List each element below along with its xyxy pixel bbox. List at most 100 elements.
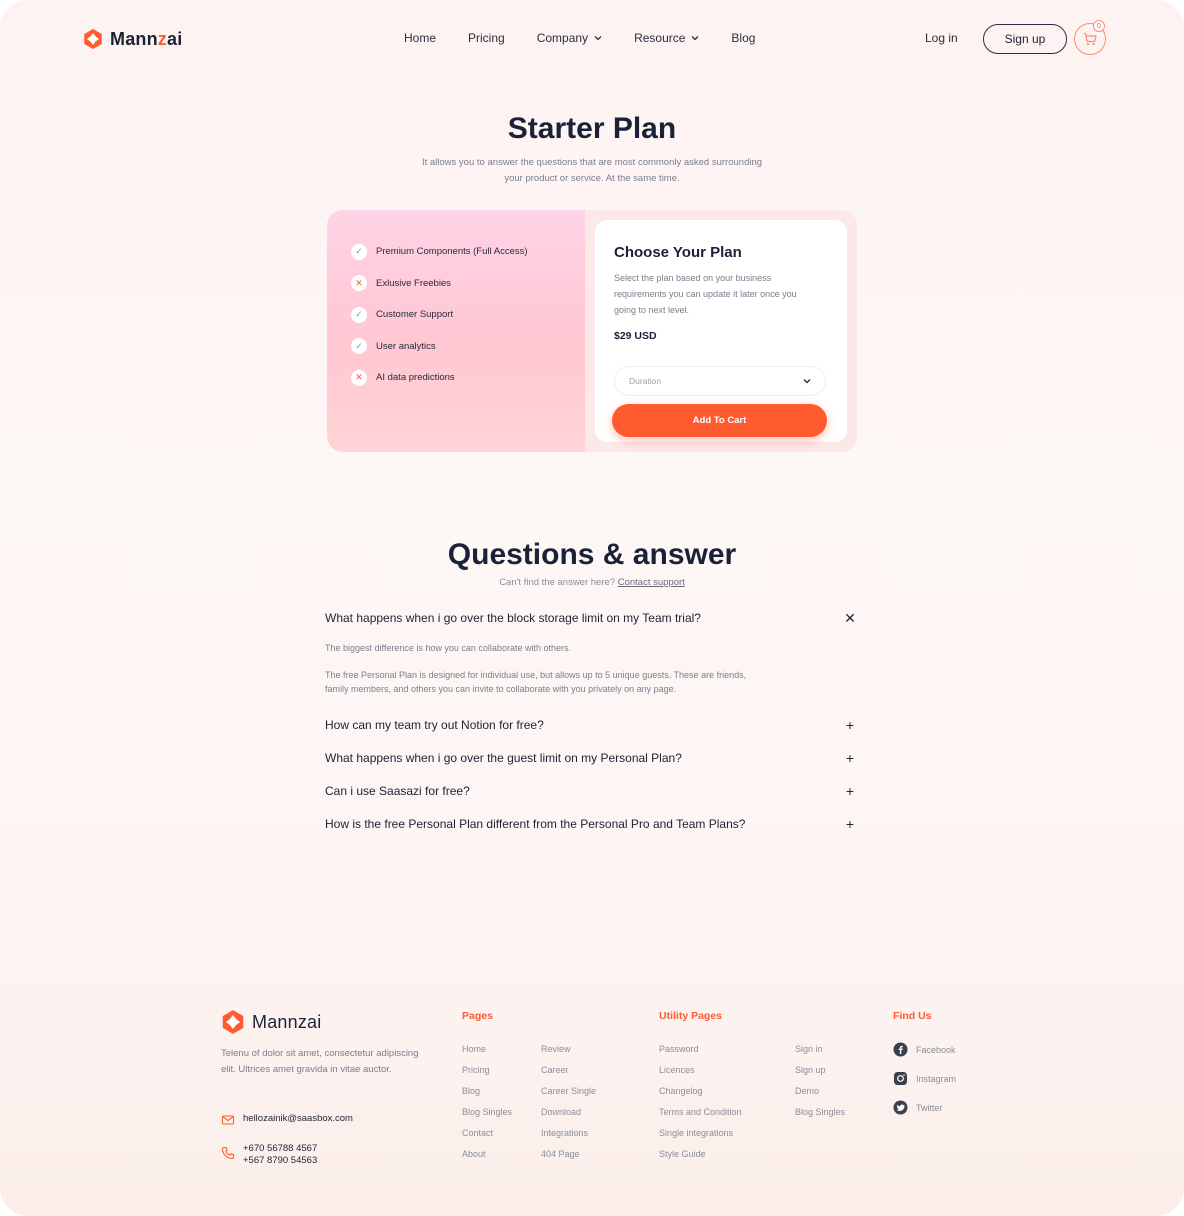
feature-item: ✓ Customer Support [351, 299, 528, 331]
social-twitter[interactable]: Twitter [893, 1100, 943, 1115]
feature-item: ✓ User analytics [351, 331, 528, 363]
duration-placeholder: Duration [629, 376, 662, 386]
feature-item: ✕ Exlusive Freebies [351, 268, 528, 300]
feature-label: Customer Support [376, 309, 454, 321]
footer-utility-col-1: Password Licences Changelog Terms and Co… [659, 1042, 742, 1168]
check-icon: ✓ [351, 338, 367, 355]
footer-link[interactable]: Changelog [659, 1084, 742, 1105]
chevron-down-icon [594, 36, 602, 41]
mail-icon [221, 1115, 235, 1125]
main-menu: Home Pricing Company Resource Blog [404, 31, 787, 45]
footer-link[interactable]: Demo [795, 1084, 845, 1105]
footer-phone[interactable]: +670 56788 4567 +567 8790 54563 [221, 1143, 317, 1167]
social-label: Twitter [916, 1102, 943, 1113]
footer-link[interactable]: Review [541, 1042, 596, 1063]
nav-home[interactable]: Home [404, 31, 436, 45]
social-instagram[interactable]: Instagram [893, 1071, 956, 1086]
facebook-icon [893, 1042, 908, 1057]
plan-price: $29 USD [614, 330, 657, 342]
cross-icon: ✕ [351, 275, 367, 292]
plus-icon[interactable]: + [843, 750, 857, 766]
footer-link[interactable]: Sign up [795, 1063, 845, 1084]
plus-icon[interactable]: + [843, 783, 857, 799]
footer-link[interactable]: Terms and Condition [659, 1105, 742, 1126]
chevron-down-icon [803, 379, 811, 384]
footer-brand-logo[interactable]: Mannzai [220, 1009, 321, 1035]
faq-item[interactable]: How is the free Personal Plan different … [325, 811, 857, 837]
login-link[interactable]: Log in [925, 31, 958, 45]
feature-label: Premium Components (Full Access) [376, 246, 528, 258]
nav-blog[interactable]: Blog [731, 31, 755, 45]
faq-item[interactable]: What happens when i go over the guest li… [325, 745, 857, 771]
brand-name: Mannzai [110, 28, 183, 49]
footer-link[interactable]: Style Guide [659, 1147, 742, 1168]
footer-link[interactable]: 404 Page [541, 1147, 596, 1168]
footer-email[interactable]: hellozainik@saasbox.com [221, 1113, 353, 1127]
footer-email-text: hellozainik@saasbox.com [243, 1113, 353, 1124]
footer-link[interactable]: Contact [462, 1126, 512, 1147]
nav-company[interactable]: Company [537, 31, 602, 45]
footer-link[interactable]: Home [462, 1042, 512, 1063]
choose-plan-title: Choose Your Plan [614, 244, 742, 261]
page-frame: Mannzai Home Pricing Company Resource Bl… [0, 0, 1184, 1216]
footer-pages-col-1: Home Pricing Blog Blog Singles Contact A… [462, 1042, 512, 1168]
feature-label: Exlusive Freebies [376, 277, 451, 289]
brand-logo-icon [84, 29, 102, 49]
footer-link[interactable]: Integrations [541, 1126, 596, 1147]
footer-link[interactable]: Password [659, 1042, 742, 1063]
phone-icon [221, 1146, 235, 1160]
nav-resource[interactable]: Resource [634, 31, 699, 45]
footer-description: Telenu of dolor sit amet, consectetur ad… [221, 1048, 419, 1075]
footer-link[interactable]: About [462, 1147, 512, 1168]
plus-icon[interactable]: + [843, 816, 857, 832]
faq-item-open[interactable]: What happens when i go over the block st… [325, 605, 857, 631]
brand-logo[interactable]: Mannzai [82, 28, 182, 50]
brand-logo-icon [222, 1010, 244, 1034]
footer-link[interactable]: Blog [462, 1084, 512, 1105]
feature-item: ✕ AI data predictions [351, 362, 528, 394]
contact-support-link[interactable]: Contact support [618, 577, 685, 588]
footer-pages-col-2: Review Career Career Single Download Int… [541, 1042, 596, 1168]
footer-brand-name: Mannzai [252, 1011, 322, 1032]
top-navbar: Mannzai Home Pricing Company Resource Bl… [0, 0, 1184, 80]
nav-pricing[interactable]: Pricing [468, 31, 505, 45]
faq-item[interactable]: Can i use Saasazi for free? + [325, 778, 857, 804]
faq-answer-paragraph: The biggest difference is how you can co… [325, 643, 571, 653]
plus-icon[interactable]: + [843, 717, 857, 733]
duration-select[interactable]: Duration [614, 366, 826, 396]
footer-phone-number: +567 8790 54563 [243, 1155, 318, 1166]
footer-link[interactable]: Licences [659, 1063, 742, 1084]
social-label: Instagram [916, 1073, 957, 1084]
cart-count-badge: 0 [1093, 20, 1105, 32]
faq-subtitle-text: Can't find the answer here? [499, 577, 616, 588]
add-to-cart-button[interactable]: Add To Cart [612, 404, 827, 437]
footer-utility-col-2: Sign in Sign up Demo Blog Singles [795, 1042, 845, 1126]
footer-phone-number: +670 56788 4567 [243, 1143, 318, 1154]
social-facebook[interactable]: Facebook [893, 1042, 956, 1057]
faq-question: What happens when i go over the block st… [325, 611, 701, 625]
check-icon: ✓ [351, 243, 367, 260]
close-icon[interactable]: ✕ [843, 610, 857, 627]
footer-link[interactable]: Career [541, 1063, 596, 1084]
cross-icon: ✕ [351, 369, 367, 386]
footer-link[interactable]: Single integrations [659, 1126, 742, 1147]
page-subtitle: It allows you to answer the questions th… [421, 157, 763, 184]
instagram-icon [894, 1072, 907, 1085]
footer-pages-heading: Pages [462, 1010, 493, 1022]
faq-question: How can my team try out Notion for free? [325, 718, 544, 732]
choose-plan-description: Select the plan based on your business r… [614, 273, 797, 315]
footer-link[interactable]: Career Single [541, 1084, 596, 1105]
footer-link[interactable]: Blog Singles [462, 1105, 512, 1126]
page-title: Starter Plan [507, 112, 677, 145]
footer-link[interactable]: Sign in [795, 1042, 845, 1063]
faq-answer: The biggest difference is how you can co… [325, 641, 765, 696]
faq-title: Questions & answer [447, 538, 737, 571]
footer-utility-heading: Utility Pages [659, 1010, 723, 1022]
footer-link[interactable]: Pricing [462, 1063, 512, 1084]
footer-link[interactable]: Download [541, 1105, 596, 1126]
footer-link[interactable]: Blog Singles [795, 1105, 845, 1126]
chevron-down-icon [691, 36, 699, 41]
faq-subtitle: Can't find the answer here? Contact supp… [0, 577, 1184, 588]
faq-item[interactable]: How can my team try out Notion for free?… [325, 712, 857, 738]
signup-button[interactable]: Sign up [983, 24, 1067, 54]
